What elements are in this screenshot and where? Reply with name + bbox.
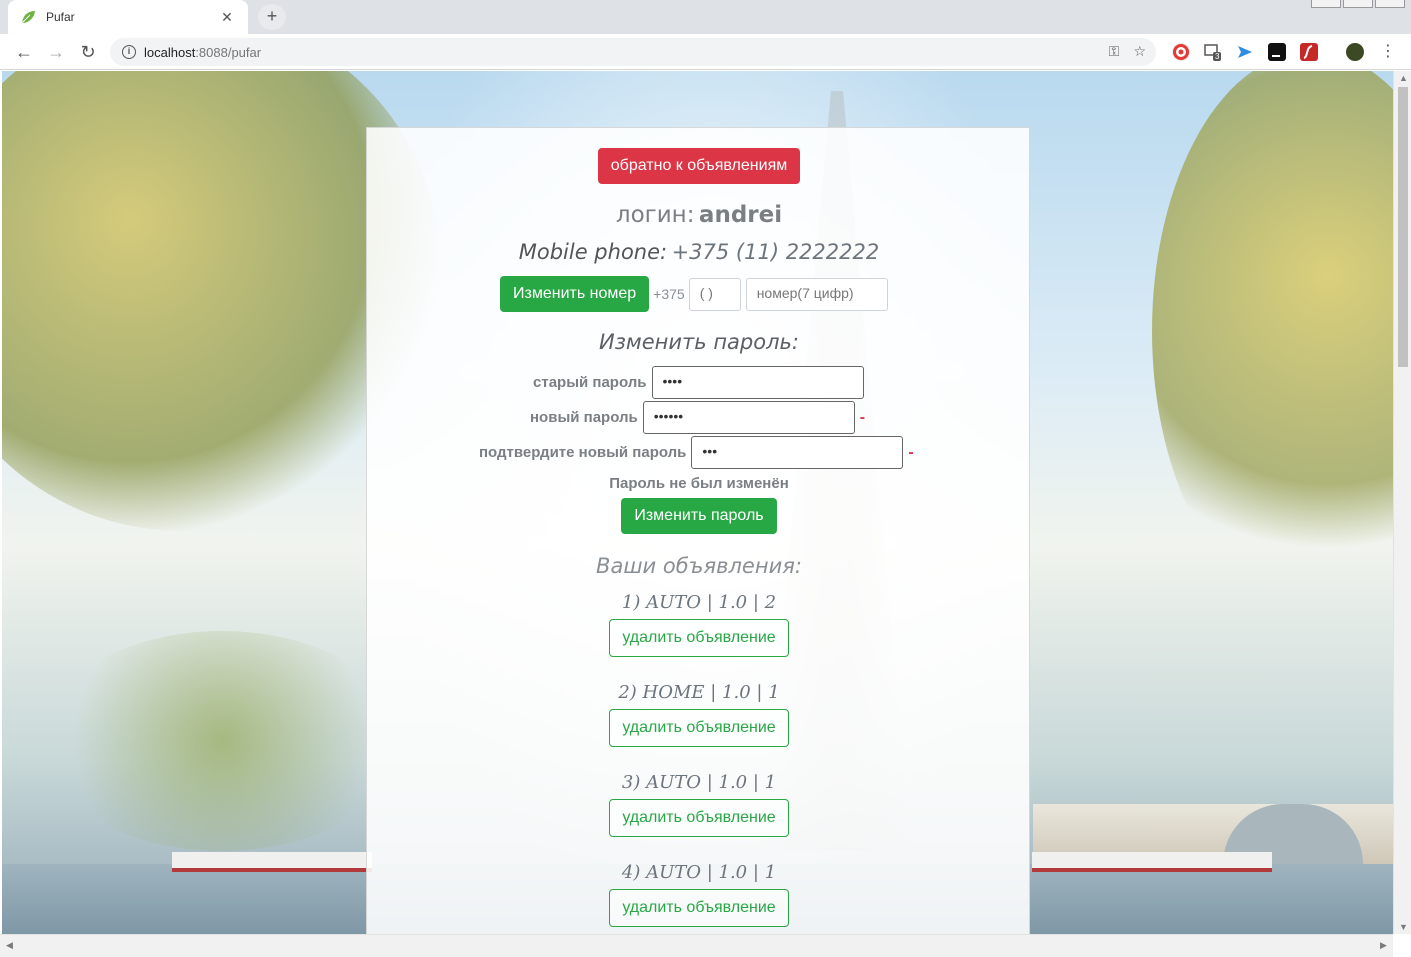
ad-text: 2) HOME | 1.0 | 1	[618, 682, 780, 703]
ad-item: 1) AUTO | 1.0 | 2 удалить объявление	[367, 592, 1031, 657]
confirm-password-validation-mark: -	[908, 443, 914, 461]
vertical-scrollbar[interactable]: ▲ ▼	[1393, 71, 1411, 934]
background-boat	[1032, 852, 1272, 872]
login-line: логин: andrei	[367, 202, 1031, 228]
url-host: localhost	[144, 44, 196, 60]
reload-icon[interactable]: ↻	[76, 40, 100, 64]
close-tab-icon[interactable]: ✕	[218, 9, 236, 26]
new-password-input[interactable]: ••••••	[642, 401, 855, 434]
delete-ad-button[interactable]: удалить объявление	[609, 619, 789, 657]
background-boat	[172, 852, 372, 872]
profile-avatar[interactable]	[1346, 43, 1364, 61]
flash-extension-icon[interactable]	[1300, 43, 1318, 61]
url-path: :8088/pufar	[195, 44, 262, 60]
page-viewport: обратно к объявлениям логин: andrei Mobi…	[2, 71, 1393, 934]
browser-tab-bar: Pufar ✕ +	[0, 0, 1411, 34]
confirm-password-label: подтвердите новый пароль	[479, 444, 687, 461]
browser-tab[interactable]: Pufar ✕	[8, 0, 248, 34]
scroll-up-arrow-icon[interactable]: ▲	[1399, 73, 1408, 83]
extension-badge: 3	[1213, 52, 1222, 61]
country-code: +375	[653, 286, 685, 302]
delete-ad-button[interactable]: удалить объявление	[609, 889, 789, 927]
window-controls	[1311, 0, 1405, 8]
phone-number-input[interactable]: номер(7 цифр)	[745, 277, 888, 311]
vertical-scroll-thumb[interactable]	[1398, 87, 1408, 367]
your-ads-title: Ваши объявления:	[596, 554, 802, 578]
new-password-row: новый пароль •••••• -	[530, 401, 865, 434]
maximize-button[interactable]	[1343, 0, 1373, 8]
delete-ad-button[interactable]: удалить объявление	[609, 799, 789, 837]
scroll-left-arrow-icon[interactable]: ◀	[6, 940, 13, 951]
old-password-row: старый пароль ••••	[533, 366, 864, 399]
background-tree-right	[1152, 71, 1393, 611]
area-code-input[interactable]: ( )	[688, 277, 741, 311]
confirm-password-row: подтвердите новый пароль ••• -	[479, 436, 914, 469]
confirm-password-input[interactable]: •••	[691, 436, 904, 469]
menu-icon[interactable]: ⋮	[1376, 40, 1400, 64]
change-password-button[interactable]: Изменить пароль	[621, 498, 777, 534]
ad-text: 1) AUTO | 1.0 | 2	[621, 592, 777, 613]
ad-item: 4) AUTO | 1.0 | 1 удалить объявление	[367, 862, 1031, 927]
send-extension-icon[interactable]	[1236, 43, 1254, 61]
change-password-title: Изменить пароль:	[599, 330, 799, 354]
change-number-row: Изменить номер +375 ( ) номер(7 цифр)	[500, 276, 888, 312]
phone-label: Mobile phone:	[518, 240, 668, 264]
phone-value: +375 (11) 2222222	[671, 240, 880, 264]
back-arrow-icon[interactable]: ←	[12, 40, 36, 64]
target-extension-icon[interactable]	[1172, 43, 1190, 61]
scroll-right-arrow-icon[interactable]: ▶	[1380, 940, 1387, 951]
close-window-button[interactable]	[1375, 0, 1405, 8]
star-icon[interactable]: ☆	[1133, 43, 1146, 60]
address-bar[interactable]: i localhost :8088/pufar ⚿ ☆	[110, 38, 1156, 66]
delete-ad-button[interactable]: удалить объявление	[609, 709, 789, 747]
horizontal-scrollbar[interactable]: ◀ ▶	[0, 934, 1393, 957]
new-password-validation-mark: -	[859, 408, 866, 426]
back-to-ads-button[interactable]: обратно к объявлениям	[597, 148, 801, 184]
password-status-message: Пароль не был изменён	[609, 475, 789, 492]
background-bushes	[42, 631, 402, 851]
jetbrains-extension-icon[interactable]	[1268, 43, 1286, 61]
leaf-icon	[21, 11, 35, 24]
phone-line: Mobile phone: +375 (11) 2222222	[367, 240, 1031, 264]
login-value: andrei	[698, 202, 783, 228]
profile-panel: обратно к объявлениям логин: andrei Mobi…	[366, 127, 1030, 934]
ad-item: 3) AUTO | 1.0 | 1 удалить объявление	[367, 772, 1031, 837]
old-password-label: старый пароль	[533, 374, 647, 391]
scroll-down-arrow-icon[interactable]: ▼	[1399, 922, 1408, 932]
old-password-input[interactable]: ••••	[651, 366, 864, 399]
translate-extension-icon[interactable]: 3	[1204, 43, 1222, 61]
login-label: логин:	[615, 202, 695, 228]
browser-toolbar: ← → ↻ i localhost :8088/pufar ⚿ ☆ 3 ⋮	[0, 34, 1411, 70]
ad-text: 3) AUTO | 1.0 | 1	[621, 772, 777, 793]
tab-title: Pufar	[46, 10, 75, 24]
minimize-button[interactable]	[1311, 0, 1341, 8]
ad-item: 2) HOME | 1.0 | 1 удалить объявление	[367, 682, 1031, 747]
key-icon[interactable]: ⚿	[1109, 43, 1120, 60]
forward-arrow-icon[interactable]: →	[44, 40, 68, 64]
new-tab-button[interactable]: +	[258, 4, 286, 30]
change-number-button[interactable]: Изменить номер	[500, 276, 650, 312]
info-icon[interactable]: i	[122, 45, 136, 59]
new-password-label: новый пароль	[530, 409, 638, 426]
ad-text: 4) AUTO | 1.0 | 1	[621, 862, 777, 883]
